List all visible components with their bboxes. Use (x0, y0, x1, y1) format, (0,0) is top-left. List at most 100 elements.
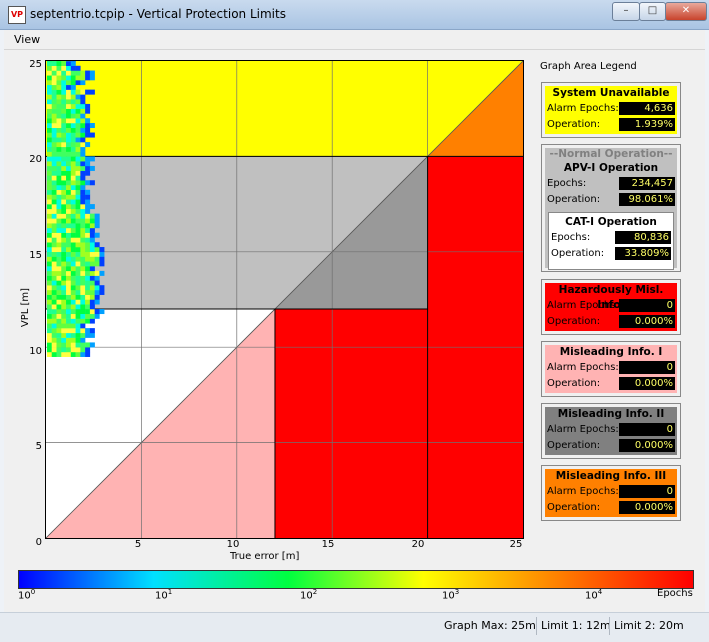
epoch-density-cell (66, 300, 71, 305)
close-button[interactable]: ✕ (665, 2, 707, 21)
epoch-density-cell (85, 104, 90, 109)
epoch-density-cell (99, 257, 104, 262)
epoch-density-cell (71, 166, 76, 171)
legend-hazardously-misleading: Hazardously Misl. Info. Alarm Epochs:0 O… (541, 279, 681, 335)
epoch-density-cell (56, 218, 61, 223)
epoch-density-cell (85, 266, 90, 271)
epoch-density-cell (90, 257, 95, 262)
epoch-density-cell (66, 304, 71, 309)
epoch-density-cell (80, 338, 85, 343)
epoch-density-cell (47, 271, 52, 276)
epoch-density-cell (47, 323, 52, 328)
epoch-density-cell (85, 252, 90, 257)
epoch-density-cell (61, 137, 66, 142)
epoch-density-cell (52, 80, 57, 85)
epoch-density-cell (52, 113, 57, 118)
epoch-density-cell (47, 228, 52, 233)
epoch-density-cell (47, 314, 52, 319)
epoch-density-cell (56, 66, 61, 71)
epoch-density-cell (47, 328, 52, 333)
epoch-density-cell (52, 185, 57, 190)
legend-misleading-2: Misleading Info. II Alarm Epochs:0 Opera… (541, 403, 681, 459)
epoch-density-cell (76, 147, 81, 152)
epoch-density-cell (76, 257, 81, 262)
status-bar: Graph Max: 25m Limit 1: 12m Limit 2: 20m (0, 612, 709, 642)
epoch-density-cell (71, 118, 76, 123)
epoch-density-cell (66, 237, 71, 242)
epoch-density-cell (56, 271, 61, 276)
operation-label: Operation: (547, 376, 600, 392)
epoch-density-cell (71, 175, 76, 180)
operation-label: Operation: (547, 192, 600, 208)
epoch-density-cell (66, 61, 71, 66)
minimize-button[interactable]: – (612, 2, 640, 21)
epoch-density-cell (99, 261, 104, 266)
epoch-density-cell (56, 85, 61, 90)
epoch-density-cell (80, 109, 85, 114)
epoch-density-cell (56, 175, 61, 180)
epoch-density-cell (52, 314, 57, 319)
epoch-density-cell (47, 90, 52, 95)
epoch-density-cell (56, 233, 61, 238)
epoch-density-cell (61, 333, 66, 338)
epoch-density-cell (56, 342, 61, 347)
epoch-density-cell (85, 319, 90, 324)
epoch-density-cell (61, 99, 66, 104)
epoch-density-cell (80, 113, 85, 118)
epoch-density-cell (71, 323, 76, 328)
epoch-density-cell (52, 109, 57, 114)
colorbar-unit: Epochs (657, 588, 693, 599)
epoch-density-cell (66, 266, 71, 271)
epoch-density-cell (47, 309, 52, 314)
status-separator (536, 617, 537, 635)
epoch-density-cell (80, 94, 85, 99)
epoch-density-cell (95, 257, 100, 262)
epoch-density-cell (52, 237, 57, 242)
epoch-density-cell (90, 319, 95, 324)
epoch-density-cell (80, 104, 85, 109)
epoch-density-cell (76, 252, 81, 257)
alarm-epochs-value: 0 (619, 485, 675, 498)
epoch-density-cell (85, 190, 90, 195)
epoch-density-cell (80, 228, 85, 233)
epoch-density-cell (66, 285, 71, 290)
epoch-density-cell (76, 156, 81, 161)
epoch-density-cell (47, 342, 52, 347)
epoch-density-cell (52, 328, 57, 333)
epoch-density-cell (61, 147, 66, 152)
legend-panel-title: System Unavailable (545, 86, 677, 101)
epoch-density-cell (85, 247, 90, 252)
operation-label: Operation: (547, 438, 600, 454)
epoch-density-cell (61, 223, 66, 228)
epoch-density-cell (47, 295, 52, 300)
operation-value: 0.000% (619, 439, 675, 452)
y-tick: 25 (24, 59, 42, 70)
epoch-density-cell (52, 61, 57, 66)
epoch-density-cell (56, 190, 61, 195)
epoch-density-cell (52, 276, 57, 281)
epoch-density-cell (71, 94, 76, 99)
epoch-density-cell (56, 319, 61, 324)
legend-title: Graph Area Legend (540, 61, 637, 72)
maximize-button[interactable]: □ (639, 2, 666, 21)
epoch-density-cell (76, 319, 81, 324)
epoch-density-cell (56, 204, 61, 209)
epoch-density-cell (61, 152, 66, 157)
close-icon: ✕ (682, 5, 690, 16)
epoch-density-cell (66, 180, 71, 185)
epoch-density-cell (56, 304, 61, 309)
epoch-density-cell (47, 185, 52, 190)
x-tick: 10 (218, 539, 248, 550)
epoch-density-cell (80, 118, 85, 123)
epoch-density-cell (66, 209, 71, 214)
epoch-density-cell (85, 347, 90, 352)
epoch-density-cell (61, 233, 66, 238)
epoch-density-cell (61, 347, 66, 352)
menu-view[interactable]: View (14, 33, 40, 46)
epoch-density-cell (76, 290, 81, 295)
epoch-density-cell (76, 190, 81, 195)
epoch-density-cell (71, 161, 76, 166)
app-icon-text: VP (11, 10, 23, 19)
epoch-density-cell (61, 252, 66, 257)
epoch-density-cell (56, 314, 61, 319)
